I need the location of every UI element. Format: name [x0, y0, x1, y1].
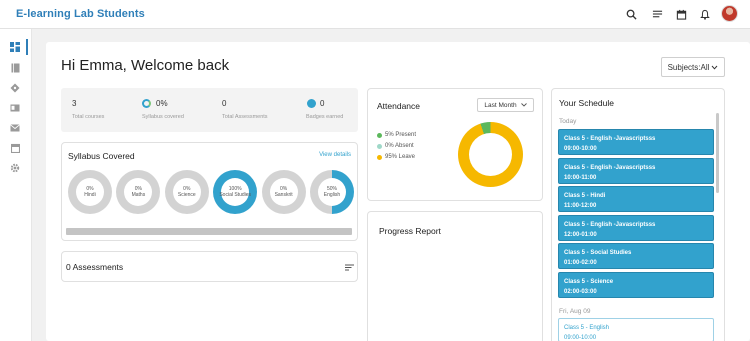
- schedule-today-label: Today: [559, 118, 577, 125]
- slot-time: 01:00-02:00: [564, 260, 597, 267]
- legend-absent: 0% Absent: [377, 143, 414, 149]
- slot-title: Class 5 - English -Javascriptsss: [564, 221, 656, 228]
- stat-value: 3: [72, 99, 77, 108]
- schedule-slot[interactable]: Class 5 - English -Javascriptsss 09:00-10…: [558, 129, 714, 155]
- schedule-title: Your Schedule: [559, 98, 614, 108]
- slot-time: 09:00-10:00: [564, 146, 597, 152]
- top-bar: E-learning Lab Students: [0, 0, 750, 29]
- book-icon[interactable]: [9, 62, 21, 74]
- schedule-slot[interactable]: Class 5 - English 09:00-10:00: [558, 318, 714, 341]
- dashboard-icon[interactable]: [9, 41, 21, 53]
- sidebar: [0, 29, 32, 341]
- attendance-donut-hole: [469, 133, 512, 176]
- attendance-donut: [458, 122, 523, 187]
- stat-value: 0: [222, 99, 227, 108]
- legend-swatch: [377, 143, 382, 149]
- search-icon[interactable]: [624, 7, 638, 21]
- slot-time: 12:00-01:00: [564, 231, 597, 238]
- progress-card: Progress Report: [367, 211, 543, 341]
- gear-icon[interactable]: [9, 162, 21, 174]
- stat-value: 0%: [156, 99, 168, 108]
- syllabus-scrollbar[interactable]: [66, 228, 352, 235]
- slot-title: Class 5 - English -Javascriptsss: [564, 136, 656, 142]
- slot-title: Class 5 - English: [564, 325, 610, 331]
- slot-time: 10:00-11:00: [564, 174, 597, 181]
- app-title: E-learning Lab Students: [16, 8, 145, 20]
- syllabus-donut[interactable]: 0% Science: [164, 170, 209, 214]
- attendance-title: Attendance: [377, 101, 421, 111]
- slot-title: Class 5 - English -Javascriptsss: [564, 164, 656, 171]
- menu-icon[interactable]: [650, 7, 664, 21]
- syllabus-donut[interactable]: 50% English: [310, 170, 354, 214]
- syllabus-donut[interactable]: 0% Hindi: [68, 170, 112, 214]
- badge-icon: [307, 99, 316, 108]
- donut-subject: English: [323, 192, 341, 198]
- subjects-select[interactable]: Subjects:All: [661, 57, 725, 77]
- donut-subject: Social Studies: [219, 192, 252, 198]
- legend-leave: 95% Leave: [377, 154, 415, 160]
- schedule-next-day-label: Fri, Aug 09: [559, 308, 591, 315]
- slot-title: Class 5 - Hindi: [564, 193, 606, 200]
- donut-center: 100% Social Studies: [219, 178, 252, 206]
- chevron-down-icon: [712, 65, 718, 70]
- donut-center: 50% English: [318, 178, 346, 206]
- avatar[interactable]: [721, 5, 738, 22]
- stat-label: Badges earned: [306, 114, 344, 120]
- donut-subject: Sanskrit: [274, 192, 293, 198]
- schedule-slot[interactable]: Class 5 - Social Studies 01:00-02:00: [558, 243, 714, 270]
- bell-icon[interactable]: [698, 7, 712, 21]
- syllabus-title: Syllabus Covered: [68, 151, 135, 161]
- stats-strip: 3 Total courses 0% Syllabus covered 0 To…: [61, 88, 358, 132]
- schedule-slot[interactable]: Class 5 - Hindi 11:00-12:00: [558, 186, 714, 213]
- calendar-icon[interactable]: [9, 142, 21, 154]
- subjects-select-value: Subjects:All: [667, 62, 710, 72]
- legend-label: 5% Present: [385, 132, 417, 138]
- slot-title: Class 5 - Science: [564, 279, 614, 285]
- schedule-slot[interactable]: Class 5 - Science 02:00-03:00: [558, 272, 714, 298]
- schedule-scrollbar[interactable]: [716, 113, 719, 193]
- legend-present: 5% Present: [377, 132, 416, 138]
- donut-center: 0% Science: [172, 178, 201, 206]
- slot-title: Class 5 - Social Studies: [564, 250, 632, 257]
- stat-value: 0: [320, 99, 325, 108]
- syllabus-donut[interactable]: 0% Sanskrit: [261, 170, 306, 214]
- view-details-link[interactable]: View details: [319, 152, 351, 158]
- legend-swatch: [377, 154, 382, 160]
- assessments-card: 0 Assessments: [61, 251, 358, 282]
- schedule-slot[interactable]: Class 5 - English -Javascriptsss 12:00-01…: [558, 214, 714, 241]
- sidebar-active-indicator: [26, 39, 28, 55]
- progress-ring-icon: [142, 99, 151, 108]
- legend-label: 0% Absent: [385, 143, 414, 149]
- stat-label: Syllabus covered: [142, 114, 184, 120]
- mail-icon[interactable]: [9, 122, 21, 134]
- calendar-icon[interactable]: [674, 7, 688, 21]
- donut-subject: Science: [177, 192, 196, 198]
- donut-subject: Hindi: [84, 192, 96, 198]
- donut-subject: Maths: [131, 192, 146, 198]
- id-card-icon[interactable]: [9, 102, 21, 114]
- slot-time: 09:00-10:00: [564, 335, 597, 341]
- attendance-period-select[interactable]: Last Month: [477, 98, 534, 112]
- stat-label: Total Assessments: [222, 114, 268, 120]
- donut-center: 0% Sanskrit: [269, 178, 298, 206]
- syllabus-donut[interactable]: 100% Social Studies: [213, 170, 258, 214]
- chevron-down-icon: [520, 103, 527, 107]
- donut-center: 0% Maths: [124, 178, 153, 206]
- legend-swatch: [377, 132, 382, 138]
- schedule-slot[interactable]: Class 5 - English -Javascriptsss 10:00-11…: [558, 157, 714, 184]
- attendance-period-value: Last Month: [484, 101, 517, 109]
- slot-time: 11:00-12:00: [564, 203, 597, 210]
- page-title: Hi Emma, Welcome back: [61, 57, 230, 74]
- progress-title: Progress Report: [379, 226, 441, 236]
- donut-center: 0% Hindi: [76, 178, 104, 206]
- slot-time: 02:00-03:00: [564, 289, 597, 295]
- legend-label: 95% Leave: [385, 154, 416, 160]
- sort-icon[interactable]: [345, 264, 354, 271]
- assessments-title: 0 Assessments: [66, 262, 124, 272]
- tag-icon[interactable]: [9, 82, 21, 94]
- stat-label: Total courses: [72, 114, 105, 120]
